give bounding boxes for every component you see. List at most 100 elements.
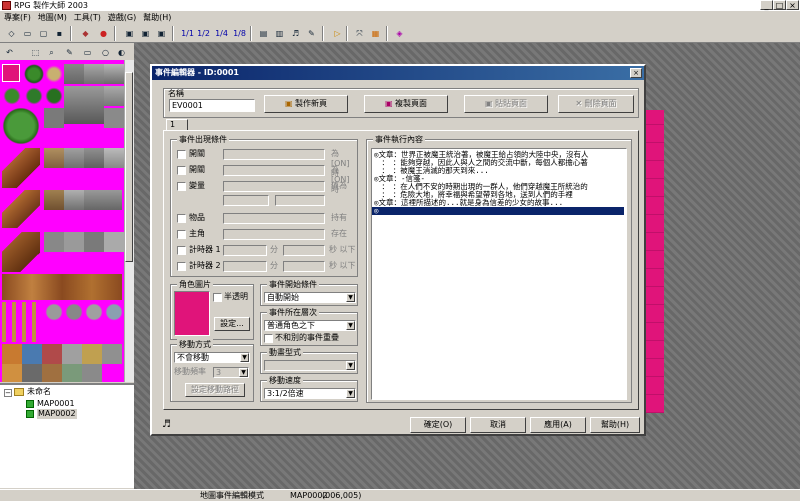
- new-project-icon[interactable]: ◇: [4, 26, 19, 41]
- zoom-1-2-icon[interactable]: 1/2: [196, 26, 211, 41]
- wall-tile[interactable]: [44, 108, 64, 128]
- music-icon[interactable]: ♬: [288, 26, 303, 41]
- cliff-tile-row[interactable]: [2, 274, 122, 300]
- object-tile[interactable]: [102, 344, 122, 364]
- tileset-scroll-thumb[interactable]: [125, 72, 133, 262]
- zoom-icon[interactable]: ⌕: [44, 45, 59, 60]
- tileset-palette[interactable]: [0, 60, 124, 382]
- tree-tile[interactable]: [24, 86, 44, 106]
- building-tile[interactable]: [64, 148, 84, 168]
- menu-help[interactable]: 幫助(H): [143, 11, 171, 24]
- house-tile[interactable]: [44, 190, 64, 210]
- close-button[interactable]: ×: [786, 0, 799, 10]
- title-icon[interactable]: ▦: [368, 26, 383, 41]
- zoom-1-8-icon[interactable]: 1/8: [232, 26, 247, 41]
- menu-map[interactable]: 地圖(M): [38, 11, 67, 24]
- rock-tile[interactable]: [84, 302, 104, 322]
- trigger-select[interactable]: 自動開始 ▼: [264, 292, 356, 303]
- castle-tile[interactable]: [64, 64, 84, 84]
- wall-tile[interactable]: [104, 108, 124, 128]
- castle-tile[interactable]: [64, 86, 104, 124]
- help-book-icon[interactable]: ◈: [392, 26, 407, 41]
- zoom-1-4-icon[interactable]: 1/4: [214, 26, 229, 41]
- timer2-checkbox[interactable]: [177, 262, 186, 271]
- select-icon[interactable]: ⬚: [28, 45, 43, 60]
- object-tile[interactable]: [2, 364, 22, 382]
- bush-tile[interactable]: [44, 64, 64, 84]
- fullscreen-icon[interactable]: ⤧: [352, 26, 367, 41]
- rock-tile[interactable]: [64, 302, 84, 322]
- object-tile[interactable]: [2, 344, 22, 364]
- undo-icon[interactable]: ↶: [2, 45, 17, 60]
- command-line[interactable]: ◎文章：這裡所描述的...就是身為信差的少女的故事...: [374, 199, 563, 207]
- dialog-close-button[interactable]: ×: [630, 68, 642, 78]
- switch1-checkbox[interactable]: [177, 150, 186, 159]
- menu-tools[interactable]: 工具(T): [74, 11, 101, 24]
- fountain-tile[interactable]: [104, 302, 124, 322]
- copy-page-button[interactable]: ▣ 複製頁面: [364, 95, 448, 113]
- fence-tile[interactable]: [2, 302, 40, 342]
- ruin-tile[interactable]: [84, 232, 104, 252]
- timer1-minutes[interactable]: [223, 245, 267, 256]
- object-tile[interactable]: [42, 344, 62, 364]
- command-list[interactable]: ◎文章：世界正被魔王統治著，被魔王給占領的大陸中央，沒有人 ： ：能夠穿越，因此…: [371, 148, 627, 400]
- paste-page-button[interactable]: ▣ 貼貼頁面: [464, 95, 548, 113]
- object-tile[interactable]: [42, 364, 62, 382]
- cut-icon[interactable]: ◆: [78, 26, 93, 41]
- variable-checkbox[interactable]: [177, 182, 186, 191]
- menu-game[interactable]: 遊戲(G): [108, 11, 136, 24]
- tower-tile[interactable]: [84, 64, 104, 84]
- command-line-selected[interactable]: ◎: [372, 207, 624, 215]
- new-page-button[interactable]: ▣ 製作新頁: [264, 95, 348, 113]
- timer2-seconds[interactable]: [283, 261, 325, 272]
- timer1-checkbox[interactable]: [177, 246, 186, 255]
- collapse-icon[interactable]: −: [4, 389, 12, 397]
- movement-freq-select[interactable]: 3 ▼: [213, 367, 249, 378]
- apply-button[interactable]: 應用(A): [530, 417, 586, 433]
- item-select[interactable]: [223, 213, 325, 224]
- map-tiles[interactable]: [646, 110, 664, 413]
- house-tile[interactable]: [84, 190, 122, 210]
- movement-select[interactable]: 不會移動 ▼: [174, 352, 250, 363]
- database-icon[interactable]: ▤: [256, 26, 271, 41]
- ellipse-icon[interactable]: ○: [98, 45, 113, 60]
- tree-map-item[interactable]: MAP0001: [37, 399, 75, 409]
- object-tile[interactable]: [22, 364, 42, 382]
- overlap-checkbox[interactable]: [264, 334, 273, 343]
- menu-project[interactable]: 專案(F): [4, 11, 31, 24]
- object-tile[interactable]: [82, 344, 102, 364]
- timer1-seconds[interactable]: [283, 245, 325, 256]
- timer2-minutes[interactable]: [223, 261, 267, 272]
- event-name-input[interactable]: EV0001: [169, 99, 255, 112]
- switch2-select[interactable]: [223, 165, 325, 176]
- tree-root-label[interactable]: 未命名: [27, 387, 51, 397]
- fill-icon[interactable]: ◐: [114, 45, 129, 60]
- tree-tile[interactable]: [2, 86, 22, 106]
- transparent-checkbox[interactable]: [213, 293, 222, 302]
- object-tile[interactable]: [22, 344, 42, 364]
- tower-tile[interactable]: [104, 64, 124, 84]
- rectangle-icon[interactable]: ▭: [80, 45, 95, 60]
- tree-tile[interactable]: [44, 86, 64, 106]
- pen-icon[interactable]: ✎: [62, 45, 77, 60]
- maximize-button[interactable]: □: [773, 0, 786, 10]
- hero-select[interactable]: [223, 229, 325, 240]
- tower-tile[interactable]: [104, 86, 124, 106]
- graphic-preview[interactable]: [174, 291, 210, 336]
- delete-page-button[interactable]: ✕ 刪除頁面: [558, 95, 634, 113]
- variable-select[interactable]: [223, 181, 325, 192]
- rock-tile[interactable]: [44, 302, 64, 322]
- ruin-tile[interactable]: [44, 232, 64, 252]
- switch1-select[interactable]: [223, 149, 325, 160]
- delete-icon[interactable]: ●: [96, 26, 111, 41]
- volcano-tile[interactable]: [2, 232, 40, 272]
- help-button[interactable]: 幫助(H): [590, 417, 640, 433]
- switch2-checkbox[interactable]: [177, 166, 186, 175]
- object-tile[interactable]: [62, 364, 82, 382]
- tree-map-item-selected[interactable]: MAP0002: [37, 409, 77, 419]
- object-tile[interactable]: [62, 344, 82, 364]
- variable-value-spinner[interactable]: [223, 195, 269, 206]
- animation-select[interactable]: ▼: [264, 360, 356, 371]
- item-checkbox[interactable]: [177, 214, 186, 223]
- ok-button[interactable]: 確定(O): [410, 417, 466, 433]
